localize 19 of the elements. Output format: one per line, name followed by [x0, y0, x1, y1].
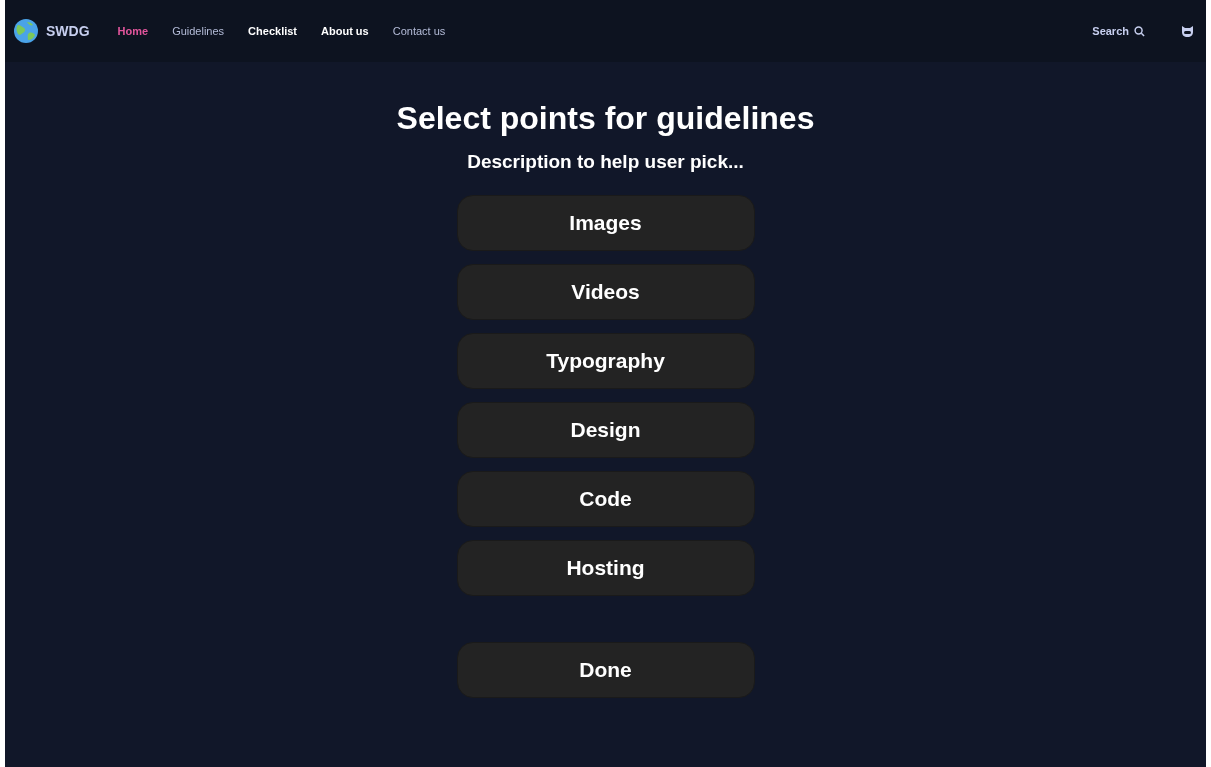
option-button[interactable]: Videos [456, 264, 755, 320]
page-title: Select points for guidelines [396, 100, 815, 137]
page-description: Description to help user pick... [467, 151, 744, 173]
search-button[interactable]: Search [1092, 25, 1145, 37]
nav-link[interactable]: Home [117, 25, 149, 37]
nav-link[interactable]: Guidelines [172, 25, 225, 37]
site-logo-text[interactable]: SWDG [46, 23, 90, 39]
search-icon [1134, 25, 1145, 37]
option-button[interactable]: Typography [456, 333, 755, 389]
option-button[interactable]: Hosting [456, 540, 755, 596]
nav-link[interactable]: Checklist [248, 25, 298, 37]
nav-link[interactable]: Contact us [392, 25, 446, 37]
option-button[interactable]: Code [456, 471, 755, 527]
option-button[interactable]: Images [456, 195, 755, 251]
done-button[interactable]: Done [456, 642, 755, 698]
cat-icon[interactable] [1181, 25, 1194, 37]
globe-icon [14, 19, 38, 43]
option-button[interactable]: Design [456, 402, 755, 458]
nav-link[interactable]: About us [321, 25, 369, 37]
